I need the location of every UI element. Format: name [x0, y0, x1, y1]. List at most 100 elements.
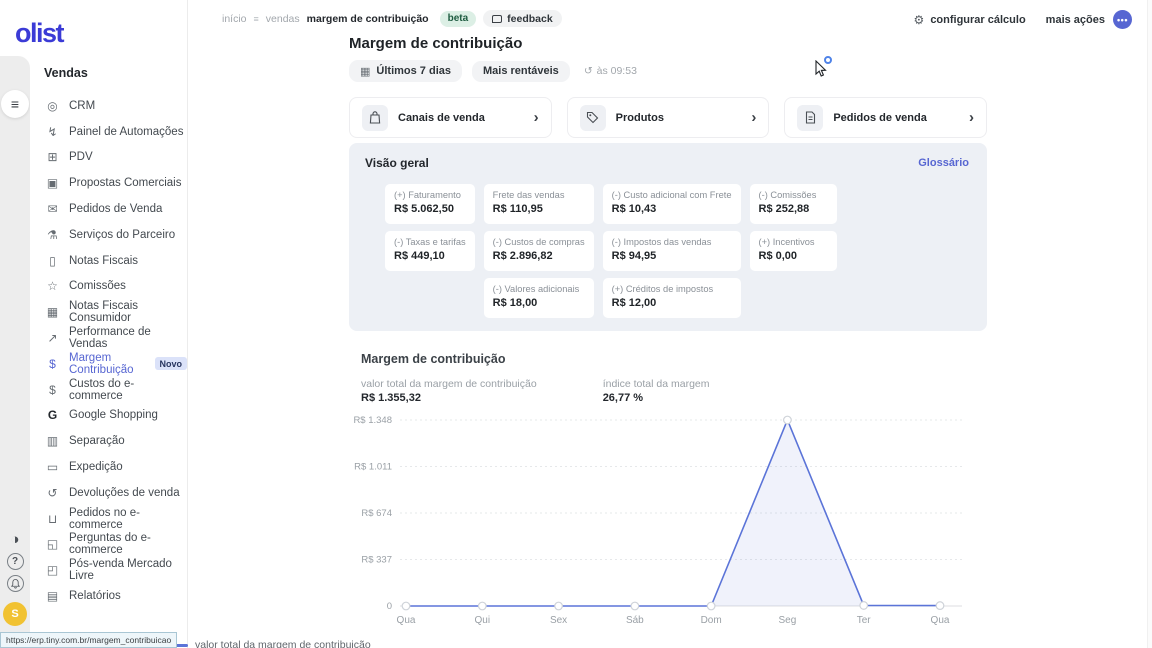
sidebar-item-pedidos-no-ecommerce[interactable]: ⊔Pedidos no e-commerce — [30, 506, 187, 532]
margin-chart: R$ 1.348R$ 1.011R$ 674R$ 3370QuaQuiSexSá… — [350, 410, 970, 632]
chevron-right-icon: › — [534, 109, 539, 126]
envelope-icon: ✉ — [45, 202, 60, 216]
bell-glyph — [11, 579, 20, 589]
sidebar-item-label: Propostas Comerciais — [69, 177, 181, 189]
sidebar-item-notas-fiscais[interactable]: ▯Notas Fiscais — [30, 248, 187, 274]
sidebar-item-google-shopping[interactable]: GGoogle Shopping — [30, 403, 187, 429]
page: olist ≡ ◑ ? S Vendas ◎CRM ↯Painel de Aut… — [0, 0, 1152, 648]
sidebar-item-pdv[interactable]: ⊞PDV — [30, 145, 187, 171]
kpi-value: R$ 449,10 — [394, 250, 466, 262]
feedback-label: feedback — [507, 13, 553, 25]
sidebar-item-relatorios[interactable]: ▤Relatórios — [30, 583, 187, 609]
configure-calculation-button[interactable]: ⚙ configurar cálculo — [914, 13, 1026, 27]
svg-text:Sáb: Sáb — [626, 615, 644, 626]
kpi-label: (-) Valores adicionais — [493, 284, 585, 294]
kpi-value: R$ 0,00 — [759, 250, 829, 262]
sidebar-item-label: Pedidos de Venda — [69, 203, 162, 215]
last-updated: ↺ às 09:53 — [584, 65, 637, 77]
sidebar-item-pedidos-de-venda[interactable]: ✉ Pedidos de Venda — [30, 196, 187, 222]
sidebar-item-devolucoes-de-venda[interactable]: ↺Devoluções de venda — [30, 480, 187, 506]
chart-icon: ↗ — [45, 331, 60, 345]
svg-text:0: 0 — [387, 601, 392, 612]
sidebar-item-label: Expedição — [69, 461, 123, 473]
sidebar-item-servicos-do-parceiro[interactable]: ⚗Serviços do Parceiro — [30, 222, 187, 248]
sidebar-item-label: Relatórios — [69, 590, 121, 602]
sidebar-item-pos-venda-mercado-livre[interactable]: ◰Pós-venda Mercado Livre — [30, 557, 187, 583]
flask-icon: ⚗ — [45, 228, 60, 242]
gear-icon: ⚙ — [914, 13, 925, 27]
sidebar-item-separacao[interactable]: ▥Separação — [30, 428, 187, 454]
svg-text:R$ 337: R$ 337 — [361, 555, 392, 566]
kpi-label: Frete das vendas — [493, 190, 585, 200]
margin-section-title: Margem de contribuição — [361, 352, 710, 366]
sidebar-item-notas-fiscais-consumidor[interactable]: ▦Notas Fiscais Consumidor — [30, 299, 187, 325]
sidebar-item-label: Perguntas do e-commerce — [69, 532, 187, 556]
sidebar-item-label: Separação — [69, 435, 125, 447]
sidebar-item-crm[interactable]: ◎ CRM — [30, 93, 187, 119]
sidebar-item-performance-de-vendas[interactable]: ↗Performance de Vendas — [30, 325, 187, 351]
hamburger-icon: ≡ — [11, 96, 19, 112]
calendar-icon: ▦ — [360, 65, 370, 78]
sidebar-item-custos-do-ecommerce[interactable]: $ Custos do e-commerce — [30, 377, 187, 403]
rail-overlay: ≡ ◑ ? S — [0, 56, 30, 648]
sidebar-item-perguntas-do-ecommerce[interactable]: ◱Perguntas do e-commerce — [30, 532, 187, 558]
feedback-button[interactable]: feedback — [483, 10, 562, 27]
card-label: Produtos — [616, 112, 742, 124]
hamburger-menu-button[interactable]: ≡ — [1, 90, 29, 118]
scrollbar[interactable] — [1147, 0, 1152, 648]
sidebar-item-label: Google Shopping — [69, 409, 158, 421]
kpi-value: R$ 12,00 — [612, 297, 732, 309]
sidebar-item-painel-automacoes[interactable]: ↯Painel de Automações — [30, 119, 187, 145]
period-filter-label: Últimos 7 dias — [376, 65, 451, 77]
kpi-label: (-) Impostos das vendas — [612, 237, 732, 247]
chevron-right-icon: › — [751, 109, 756, 126]
kpi-label: (-) Custos de compras — [493, 237, 585, 247]
period-filter-button[interactable]: ▦ Últimos 7 dias — [349, 60, 462, 82]
calculator-icon: ⊞ — [45, 150, 60, 164]
bell-icon[interactable] — [7, 575, 24, 592]
card-produtos[interactable]: Produtos › — [567, 97, 770, 138]
overview-panel: Visão geral Glossário (+) FaturamentoR$ … — [349, 143, 987, 331]
kpi-valores-adicionais: (-) Valores adicionaisR$ 18,00 — [484, 278, 594, 318]
sidebar-item-propostas-comerciais[interactable]: ▣ Propostas Comerciais — [30, 170, 187, 196]
sidebar-item-label: CRM — [69, 100, 95, 112]
svg-text:Qua: Qua — [931, 615, 950, 626]
last-updated-label: às 09:53 — [597, 65, 637, 77]
sidebar-item-label: Custos do e-commerce — [69, 378, 187, 402]
grid-icon: ▦ — [45, 305, 60, 319]
breadcrumb-separator-icon: ≡ — [254, 14, 259, 24]
breadcrumb: início ≡ vendas margem de contribuição b… — [222, 10, 562, 27]
kpi-frete-das-vendas: Frete das vendas R$ 110,95 — [484, 184, 594, 224]
stat-margin-index: índice total da margem 26,77 % — [603, 378, 710, 404]
card-pedidos-de-venda[interactable]: Pedidos de venda › — [784, 97, 987, 138]
contrast-icon[interactable]: ◑ — [7, 531, 24, 548]
kpi-grid: (+) FaturamentoR$ 5.062,50 Frete das ven… — [385, 184, 837, 318]
glossary-link[interactable]: Glossário — [918, 157, 969, 169]
svg-text:Qui: Qui — [475, 615, 491, 626]
card-canais-de-venda[interactable]: Canais de venda › — [349, 97, 552, 138]
breadcrumb-section[interactable]: vendas — [266, 13, 300, 25]
briefcase-icon: ▣ — [45, 176, 60, 190]
cart-icon: ⊔ — [45, 512, 60, 526]
sidebar-nav: ◎ CRM ↯Painel de Automações ⊞PDV ▣ Propost… — [30, 93, 187, 609]
tag-icon — [580, 105, 606, 131]
sidebar-item-expedicao[interactable]: ▭Expedição — [30, 454, 187, 480]
more-actions-button[interactable]: mais ações ••• — [1046, 10, 1132, 29]
sidebar-item-comissoes[interactable]: ☆Comissões — [30, 274, 187, 300]
drilldown-cards: Canais de venda › Produtos › Pedidos de … — [349, 97, 987, 138]
breadcrumb-home[interactable]: início — [222, 13, 247, 25]
sort-filter-button[interactable]: Mais rentáveis — [472, 61, 570, 82]
help-icon[interactable]: ? — [7, 553, 24, 570]
sidebar-item-margem-contribuicao[interactable]: $Margem ContribuiçãoNovo — [30, 351, 187, 377]
sidebar-item-label: Painel de Automações — [69, 126, 183, 138]
eye-icon: ◎ — [45, 99, 60, 113]
kpi-value: R$ 110,95 — [493, 203, 585, 215]
novo-badge: Novo — [155, 357, 188, 370]
chart-legend: valor total da margem de contribuição — [172, 639, 371, 648]
dollar-icon: $ — [45, 383, 60, 397]
svg-text:R$ 1.348: R$ 1.348 — [353, 415, 392, 426]
user-avatar[interactable]: S — [3, 602, 27, 626]
bag-icon — [362, 105, 388, 131]
olist-logo: olist — [15, 18, 63, 49]
card-label: Pedidos de venda — [833, 112, 959, 124]
